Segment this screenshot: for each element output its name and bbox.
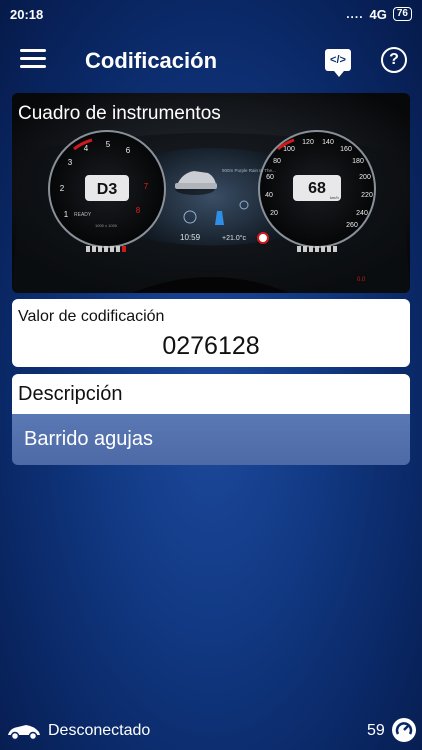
svg-text:240: 240 <box>356 210 368 217</box>
coding-value: 0276128 <box>162 332 260 360</box>
svg-text:80: 80 <box>273 158 281 165</box>
svg-text:7: 7 <box>144 182 149 191</box>
network-type: 4G <box>369 6 387 22</box>
gauge-icon[interactable] <box>392 718 416 742</box>
page-title: Codificación <box>85 48 218 73</box>
status-time: 20:18 <box>10 6 44 22</box>
svg-text:40: 40 <box>265 192 273 199</box>
svg-text:1: 1 <box>64 210 69 219</box>
counter-value: 59 <box>367 722 385 739</box>
status-indicators: .... 4G 76 <box>346 7 412 22</box>
svg-text:20: 20 <box>270 210 278 217</box>
svg-text:4: 4 <box>84 144 89 153</box>
trip-readout: 0.0 <box>357 277 366 283</box>
svg-text:120: 120 <box>302 139 314 146</box>
code-icon[interactable]: </> <box>325 49 351 77</box>
description-text: Barrido agujas <box>24 428 153 450</box>
speed-limit-icon <box>257 232 269 244</box>
svg-text:200: 200 <box>359 174 371 181</box>
car-icon <box>8 725 40 741</box>
svg-text:100: 100 <box>283 146 295 153</box>
svg-text:180: 180 <box>352 158 364 165</box>
coding-label: Valor de codificación <box>18 308 165 325</box>
speed-readout: 68 <box>308 180 326 197</box>
nav-text: 900m Purple Rain In The... <box>222 168 276 173</box>
gear-readout: D3 <box>97 181 118 198</box>
menu-icon[interactable] <box>20 49 46 71</box>
odometer-label: 1000 x 1000 <box>95 223 118 228</box>
svg-text:260: 260 <box>346 222 358 229</box>
fuel-gauge-bars <box>86 246 126 252</box>
app-bar: Codificación </> ? <box>0 36 422 86</box>
description-item[interactable]: Barrido agujas <box>12 414 410 465</box>
svg-text:6: 6 <box>126 146 131 155</box>
clock-readout: 10:59 <box>180 233 201 242</box>
battery-icon: 76 <box>392 7 412 21</box>
help-icon[interactable]: ? <box>381 47 407 73</box>
ready-label: READY <box>74 212 92 218</box>
svg-text:60: 60 <box>266 174 274 181</box>
svg-text:220: 220 <box>361 192 373 199</box>
connection-status: Desconectado <box>48 722 151 739</box>
coding-value-card: Valor de codificación 0276128 <box>12 299 410 367</box>
status-bar: 20:18 .... 4G 76 <box>0 0 422 28</box>
description-header: Descripción <box>12 374 410 414</box>
temp-gauge-bars <box>297 246 337 252</box>
instrument-cluster-image: Cuadro de instrumentos D3 1 2 3 4 5 6 7 … <box>12 93 410 293</box>
svg-text:2: 2 <box>60 184 65 193</box>
module-title: Cuadro de instrumentos <box>18 103 221 124</box>
temperature-readout: +21.0°c <box>222 234 247 242</box>
svg-text:160: 160 <box>340 146 352 153</box>
bottom-status-bar: Desconectado 59 <box>0 712 422 750</box>
signal-icon: .... <box>346 7 364 21</box>
svg-text:3: 3 <box>68 158 73 167</box>
svg-text:5: 5 <box>106 140 111 149</box>
svg-text:140: 140 <box>322 139 334 146</box>
speed-unit: km/h <box>330 195 339 200</box>
description-label: Descripción <box>18 383 123 405</box>
svg-text:8: 8 <box>136 206 141 215</box>
